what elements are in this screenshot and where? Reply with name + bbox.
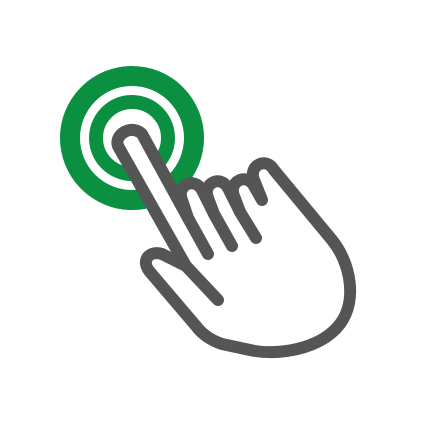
pointing-hand-icon [111,123,357,359]
icon-canvas [0,0,426,425]
tap-gesture-icon [60,66,357,359]
